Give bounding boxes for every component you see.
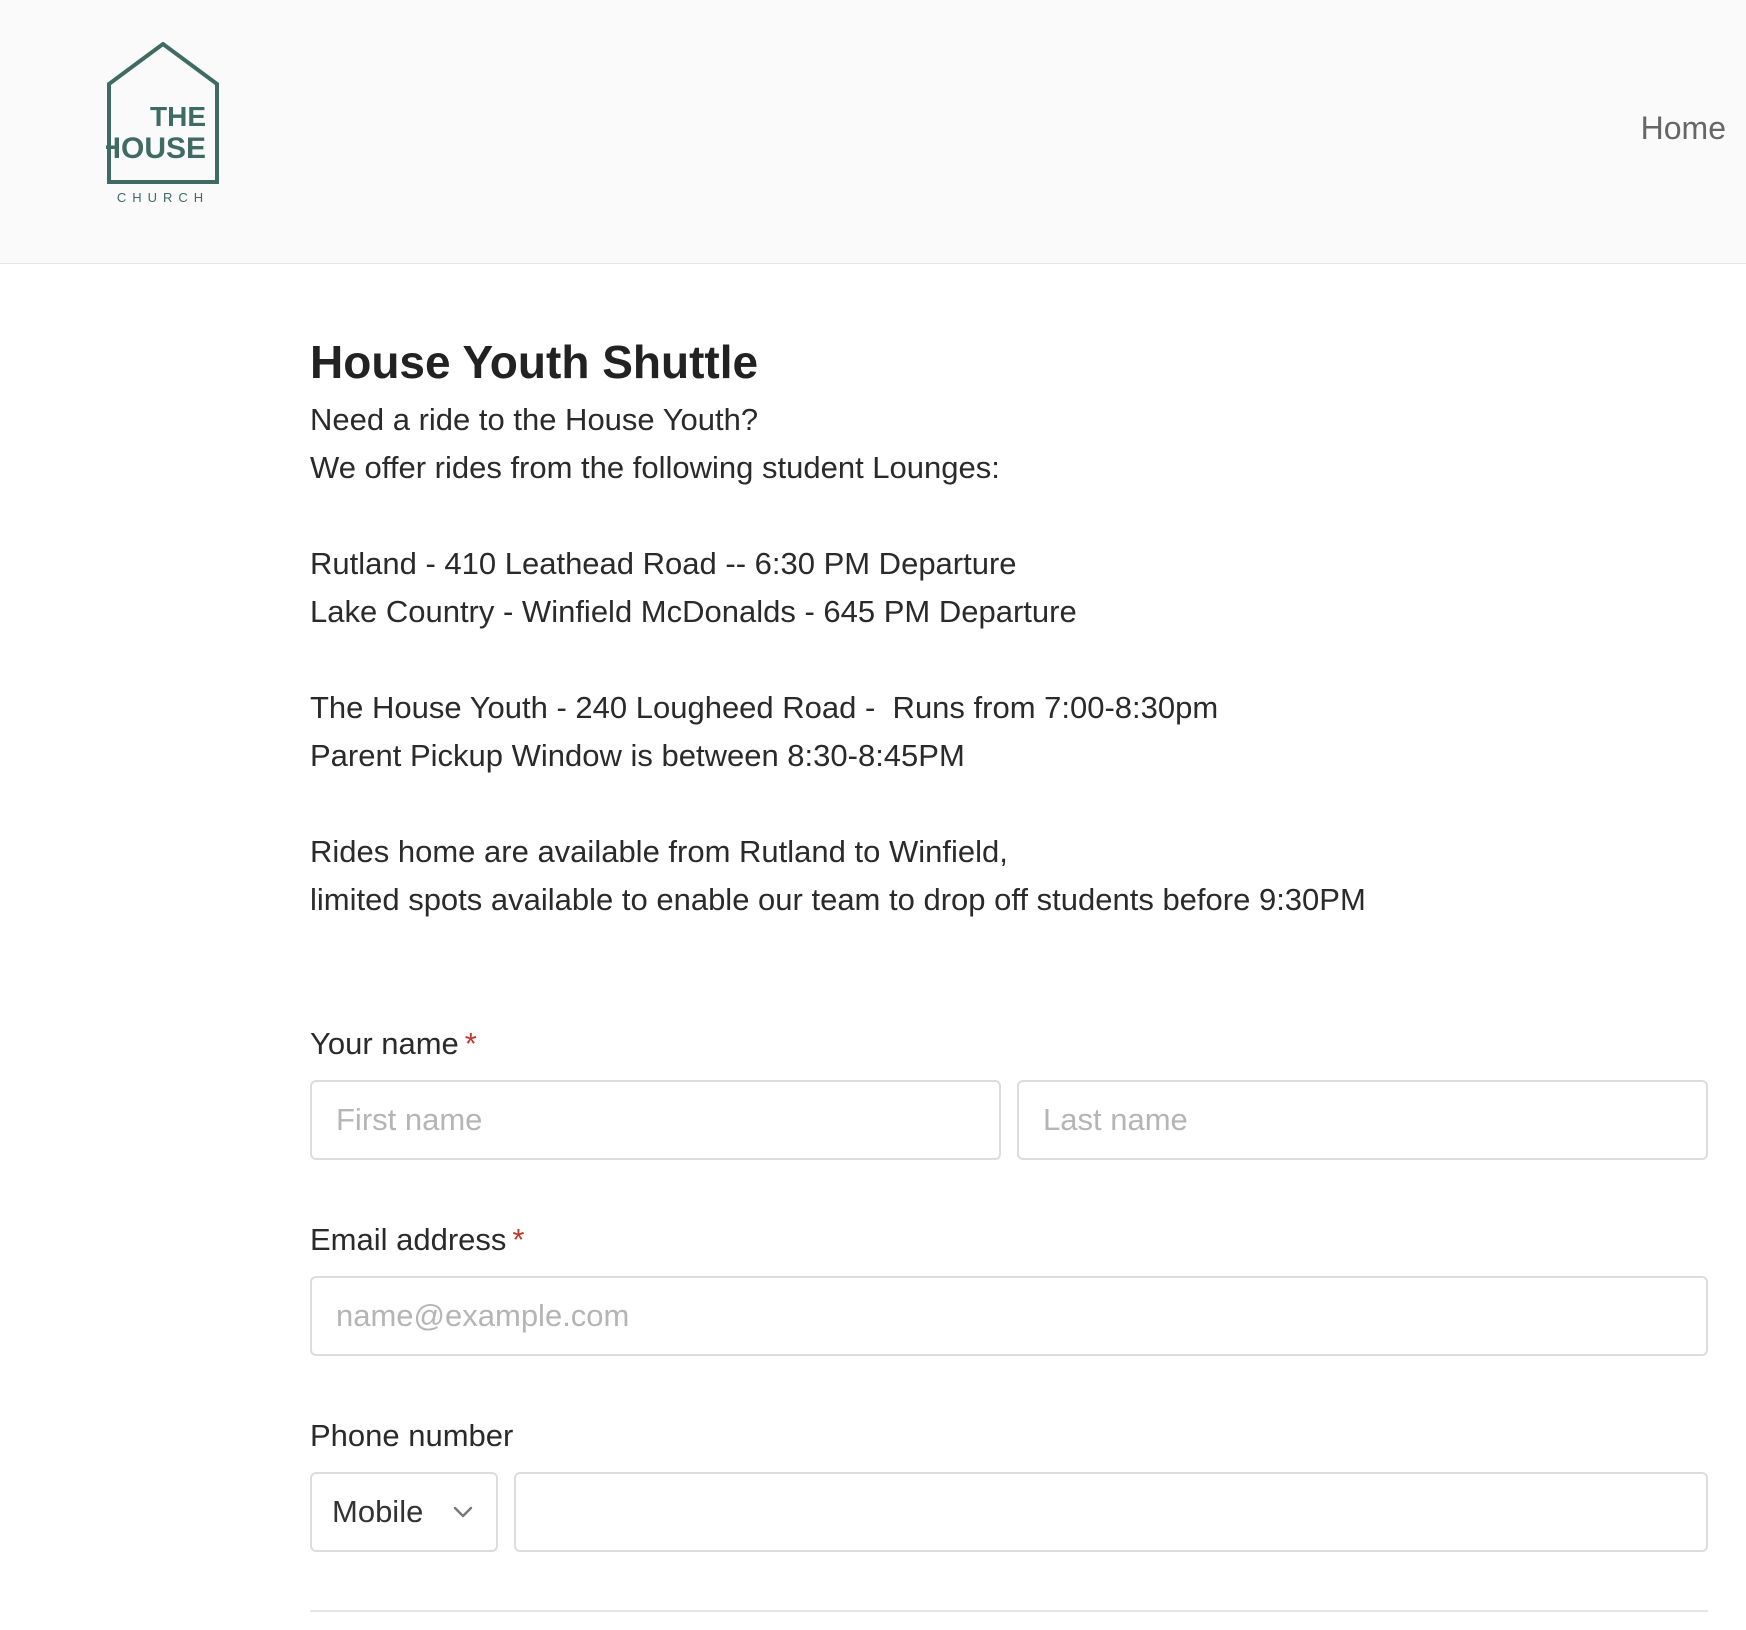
description-line: We offer rides from the following studen… [310,450,1000,485]
description-line: Lake Country - Winfield McDonalds - 645 … [310,594,1077,629]
description-line [310,492,1708,540]
required-asterisk: * [512,1222,525,1257]
description-line: Rides home are available from Rutland to… [310,834,1008,869]
description-line [310,780,1708,828]
site-header: THE HOUSE CHURCH Home [0,0,1746,264]
name-field-group: Your name * [310,1020,1708,1160]
phone-type-value: Mobile [332,1494,424,1529]
email-input[interactable] [310,1276,1708,1356]
main-content: House Youth Shuttle Need a ride to the H… [310,330,1708,924]
phone-field-group: Phone number Mobile [310,1412,1708,1552]
description-line [310,636,1708,684]
phone-label: Phone number [310,1418,514,1453]
email-label: Email address * [310,1216,1708,1264]
email-label-text: Email address [310,1222,507,1257]
shuttle-description: Need a ride to the House Youth? We offer… [310,396,1708,924]
name-label: Your name * [310,1020,1708,1068]
page-title: House Youth Shuttle [310,336,759,388]
description-line: limited spots available to enable our te… [310,882,1366,917]
phone-inputs-row: Mobile [310,1472,1708,1552]
last-name-input[interactable] [1017,1080,1708,1160]
nav-home-link[interactable]: Home [1641,110,1726,147]
email-field-group: Email address * [310,1216,1708,1356]
description-line: Rutland - 410 Leathead Road -- 6:30 PM D… [310,546,1017,581]
shuttle-signup-form: Your name* Email address* Phone number M… [310,1020,1708,1552]
name-label-text: Your name [310,1026,459,1061]
description-line: Parent Pickup Window is between 8:30-8:4… [310,738,965,773]
first-name-input[interactable] [310,1080,1001,1160]
phone-type-select[interactable]: Mobile [310,1472,498,1552]
section-divider [310,1610,1708,1612]
logo-line-house: HOUSE [106,132,206,165]
the-house-church-logo[interactable]: THE HOUSE CHURCH [99,41,221,207]
description-line: Need a ride to the House Youth? [310,402,759,437]
logo-line-church: CHURCH [117,190,209,205]
required-asterisk: * [464,1026,477,1061]
description-line: The House Youth - 240 Lougheed Road - Ru… [310,690,1219,725]
name-inputs-row [310,1080,1708,1160]
house-logo-icon: THE HOUSE CHURCH [99,41,219,205]
logo-line-the: THE [150,101,206,132]
chevron-down-icon [453,1506,473,1518]
phone-number-input[interactable] [514,1472,1708,1552]
